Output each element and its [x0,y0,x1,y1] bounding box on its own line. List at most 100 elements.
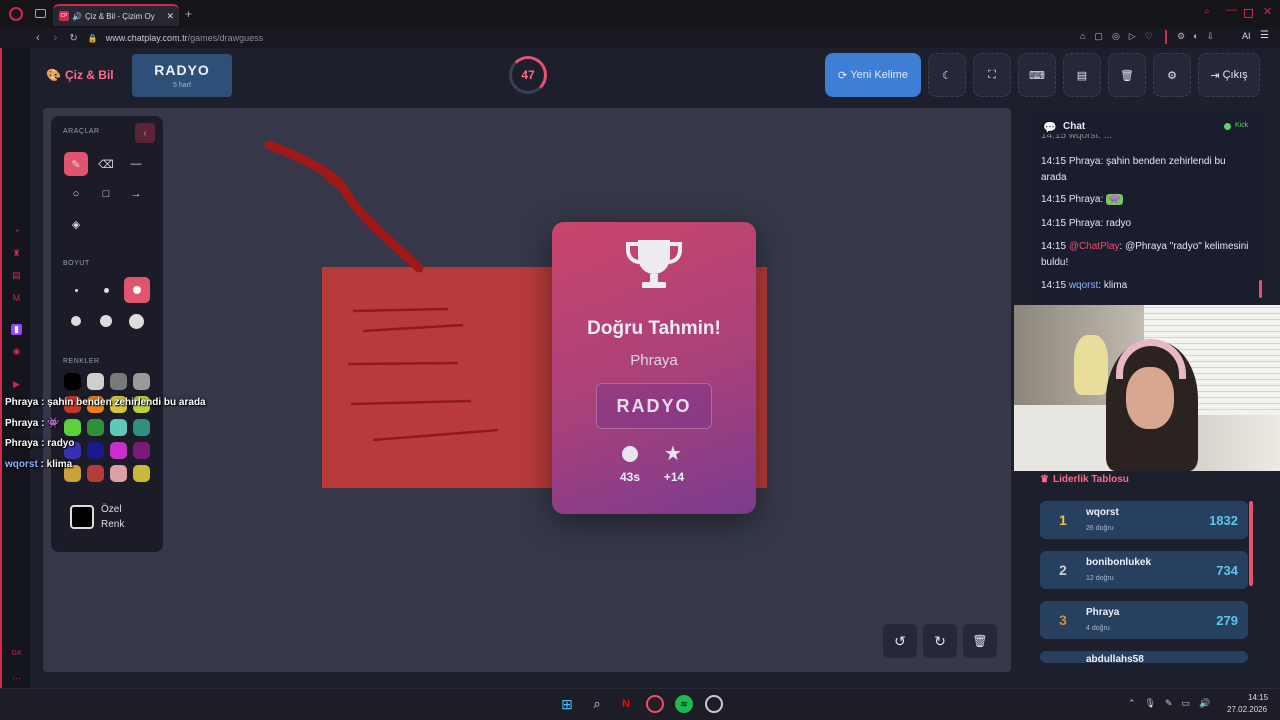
player-icon[interactable]: ▶ [11,379,22,390]
kick-status-dot [1224,123,1231,130]
crown-icon: ♛ [1040,474,1049,485]
rectangle-tool[interactable]: □ [94,182,118,206]
spotify-icon[interactable]: ≋ [675,695,693,713]
leaderboard-name: Phraya [1086,607,1120,618]
extension-icons[interactable]: ⌂▢◎▷♡ [1080,31,1162,42]
opera-gx-taskbar-icon[interactable] [646,695,664,713]
messenger-icon[interactable]: M [11,292,22,303]
undo-icon: ↺ [894,632,906,649]
overlay-chat-line: Phraya : radyo [5,438,74,449]
trash-icon: 🗑 [972,634,988,648]
drawing-canvas[interactable] [43,108,1011,672]
tab-list-icon[interactable] [35,9,46,18]
size-5[interactable] [94,309,118,333]
leaderboard-row: 2 bonibonlukek 12 doğru 734 [1040,551,1248,589]
color-swatch[interactable] [87,442,104,459]
arrow-tool[interactable]: → [124,182,148,206]
undo-button[interactable]: ↺ [883,624,917,658]
settings-button[interactable]: ⚙ [1153,53,1191,97]
keyboard-button[interactable]: ⌨ [1018,53,1056,97]
color-swatch[interactable] [110,419,127,436]
color-swatch[interactable] [110,373,127,390]
twitch-icon[interactable]: ▮ [11,324,22,335]
size-1[interactable] [64,278,88,302]
leaderboard-score: 1832 [1209,513,1238,528]
color-swatch[interactable] [64,373,81,390]
size-6[interactable] [124,309,148,333]
menu-icon[interactable]: ☰ [1260,30,1269,41]
fullscreen-button[interactable]: ⛶ [973,53,1011,97]
chat-scrollbar[interactable] [1259,280,1262,298]
color-swatch[interactable] [110,465,127,482]
aria-icon[interactable]: ◔ [11,225,22,236]
color-swatch[interactable] [133,373,150,390]
leaderboard-scrollbar[interactable] [1249,501,1253,586]
search-taskbar-icon[interactable]: ⌕ [588,695,606,713]
redo-button[interactable]: ↻ [923,624,957,658]
tab-close-icon[interactable]: ✕ [166,11,174,22]
color-swatch[interactable] [64,419,81,436]
gx-icon[interactable]: GX [11,648,22,659]
tab-sound-icon[interactable]: 🔊 [72,12,82,21]
netflix-icon[interactable]: N [617,695,635,713]
close-window-icon[interactable]: ✕ [1263,5,1272,18]
color-swatch[interactable] [87,373,104,390]
maximize-icon[interactable] [1244,9,1253,18]
color-swatch[interactable] [133,419,150,436]
logo-text: Çiz & Bil [64,68,114,82]
tray-icons[interactable]: ⌃🎙✎▭🔊 [1128,698,1219,709]
back-icon[interactable]: ‹ [36,32,40,44]
clear-canvas-button[interactable]: 🗑 [963,624,997,658]
reload-icon[interactable]: ↻ [69,33,77,44]
size-2[interactable] [94,278,118,302]
ai-button[interactable]: AI [1242,31,1251,41]
exit-button[interactable]: ⇥ Çıkış [1198,53,1260,97]
size-4[interactable] [64,309,88,333]
word-hint: 5 harf [173,82,191,89]
new-word-button[interactable]: ⟳ Yeni Kelime [825,53,921,97]
url-field[interactable]: www.chatplay.com.tr/games/drawguess [106,33,263,43]
store-icon[interactable]: ▤ [11,270,22,281]
color-swatch[interactable] [133,465,150,482]
card-title: Doğru Tahmin! [587,318,721,339]
clock-icon [622,446,638,462]
line-tool[interactable]: — [124,152,148,176]
windows-start-icon[interactable]: ⊞ [558,695,576,713]
theme-toggle-button[interactable]: ☾ [928,53,966,97]
more-icon[interactable]: … [11,670,22,681]
new-tab-icon[interactable]: + [185,7,192,21]
app-logo[interactable]: 🎨 Çiz & Bil [46,68,114,82]
custom-color-swatch[interactable] [70,505,94,529]
opera-logo-icon[interactable] [9,7,23,21]
collapse-panel-button[interactable]: ‹ [135,123,155,143]
app-taskbar-icon[interactable] [705,695,723,713]
leaderboard-row: 1 wqorst 26 doğru 1832 [1040,501,1248,539]
color-swatch[interactable] [87,465,104,482]
fill-tool[interactable]: ◈ [64,212,88,236]
delete-button[interactable]: 🗑 [1108,53,1146,97]
discord-icon[interactable]: ◉ [11,346,22,357]
color-swatch[interactable] [87,419,104,436]
toolbar-icons[interactable]: ⚙◐⇩ [1177,31,1222,42]
leaderboard-rank: 3 [1059,612,1067,628]
browser-chrome: CP 🔊 Çiz & Bil - Çizim Oy ✕ + ⌕ — ✕ ‹ › … [0,0,1280,48]
size-3[interactable] [124,277,150,303]
tab-favicon: CP [59,11,69,21]
color-swatch[interactable] [133,442,150,459]
color-swatch[interactable] [110,442,127,459]
leaderboard-sub: 12 doğru [1086,575,1114,582]
tab-active[interactable]: CP 🔊 Çiz & Bil - Çizim Oy ✕ [53,4,179,26]
circle-tool[interactable]: ○ [64,182,88,206]
eraser-tool[interactable]: ⌫ [94,152,118,176]
forward-icon[interactable]: › [54,32,58,44]
gx-corner-icon[interactable]: ♜ [11,248,22,259]
overlay-chat-user: Phraya [5,438,39,449]
clock-date[interactable]: 27.02.2026 [1227,705,1267,714]
clock-time[interactable]: 14:15 [1248,693,1268,702]
archive-button[interactable]: ▤ [1063,53,1101,97]
search-icon[interactable]: ⌕ [1204,6,1210,17]
leaderboard-name: bonibonlukek [1086,557,1151,568]
brush-tool[interactable]: ✎ [64,152,88,176]
minimize-icon[interactable]: — [1226,4,1237,16]
leaderboard-header: ♛ Liderlik Tablosu [1040,474,1129,485]
